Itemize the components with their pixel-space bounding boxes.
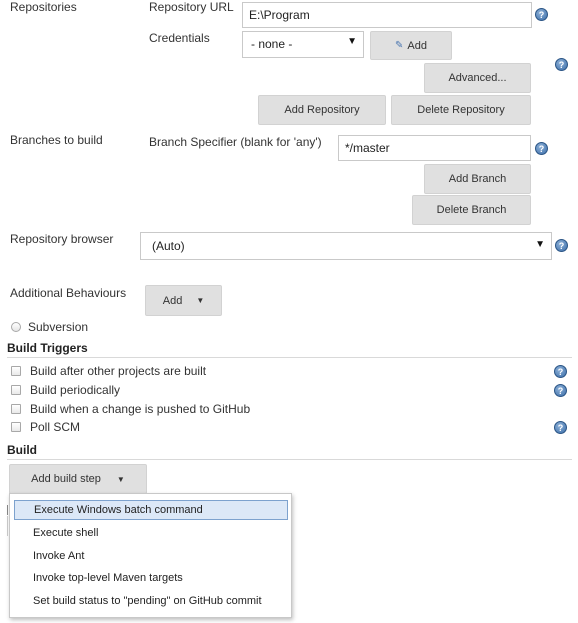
trigger-label: Build periodically — [30, 383, 121, 397]
menu-item[interactable]: Execute shell — [14, 523, 288, 543]
help-icon[interactable]: ? — [554, 365, 567, 378]
credentials-label: Credentials — [149, 31, 210, 45]
branches-to-build-label: Branches to build — [10, 133, 103, 147]
repository-url-input[interactable]: E:\Program — [242, 2, 532, 28]
build-step-menu: Execute Windows batch command Execute sh… — [9, 493, 292, 618]
help-icon[interactable]: ? — [555, 239, 568, 252]
additional-behaviours-add-button[interactable]: Add ▼ — [145, 285, 222, 316]
trigger-label: Build after other projects are built — [30, 364, 207, 378]
help-icon[interactable]: ? — [555, 58, 568, 71]
add-branch-button[interactable]: Add Branch — [424, 164, 531, 194]
chevron-down-icon: ▼ — [535, 239, 545, 250]
background-fragment — [7, 516, 8, 536]
section-divider — [7, 459, 572, 460]
credentials-select[interactable]: - none - ▼ — [242, 31, 364, 58]
additional-behaviours-label: Additional Behaviours — [10, 286, 127, 300]
add-repository-button[interactable]: Add Repository — [258, 95, 386, 125]
trigger-label: Poll SCM — [30, 420, 81, 434]
build-heading: Build — [7, 443, 37, 457]
chevron-down-icon: ▼ — [347, 36, 357, 47]
add-credentials-label: Add — [407, 39, 427, 52]
repository-browser-label: Repository browser — [10, 232, 114, 246]
trigger-checkbox[interactable] — [11, 422, 21, 432]
trigger-label: Build when a change is pushed to GitHub — [30, 402, 251, 416]
advanced-button[interactable]: Advanced... — [424, 63, 531, 93]
repository-url-label: Repository URL — [149, 0, 234, 14]
add-credentials-button[interactable]: ✎ Add — [370, 31, 452, 60]
repositories-label: Repositories — [10, 0, 77, 14]
trigger-checkbox[interactable] — [11, 385, 21, 395]
trigger-checkbox[interactable] — [11, 404, 21, 414]
chevron-down-icon: ▼ — [116, 474, 125, 484]
menu-item[interactable]: Invoke top-level Maven targets — [14, 568, 288, 588]
help-icon[interactable]: ? — [535, 142, 548, 155]
menu-item[interactable]: Set build status to "pending" on GitHub … — [14, 591, 288, 611]
subversion-label: Subversion — [28, 320, 89, 334]
build-triggers-heading: Build Triggers — [7, 341, 88, 355]
branch-specifier-input[interactable]: */master — [338, 135, 531, 161]
credentials-value: - none - — [251, 37, 293, 51]
repository-browser-select[interactable]: (Auto) ▼ — [140, 232, 552, 260]
chevron-down-icon: ▼ — [196, 296, 205, 305]
repository-browser-value: (Auto) — [152, 239, 185, 253]
menu-item[interactable]: Execute Windows batch command — [14, 500, 288, 520]
help-icon[interactable]: ? — [535, 8, 548, 21]
trigger-checkbox[interactable] — [11, 366, 21, 376]
help-icon[interactable]: ? — [554, 384, 567, 397]
menu-item[interactable]: Invoke Ant — [14, 546, 288, 566]
help-icon[interactable]: ? — [554, 421, 567, 434]
branch-specifier-label: Branch Specifier (blank for 'any') — [149, 135, 322, 149]
delete-repository-button[interactable]: Delete Repository — [391, 95, 531, 125]
additional-add-label: Add — [162, 294, 183, 307]
background-fragment — [7, 505, 8, 515]
subversion-radio[interactable] — [11, 322, 21, 332]
add-build-step-label: Add build step — [31, 473, 101, 485]
delete-branch-button[interactable]: Delete Branch — [412, 195, 531, 225]
add-build-step-button[interactable]: Add build step ▼ — [9, 464, 147, 494]
key-add-icon: ✎ — [395, 40, 404, 51]
section-divider — [7, 357, 572, 358]
